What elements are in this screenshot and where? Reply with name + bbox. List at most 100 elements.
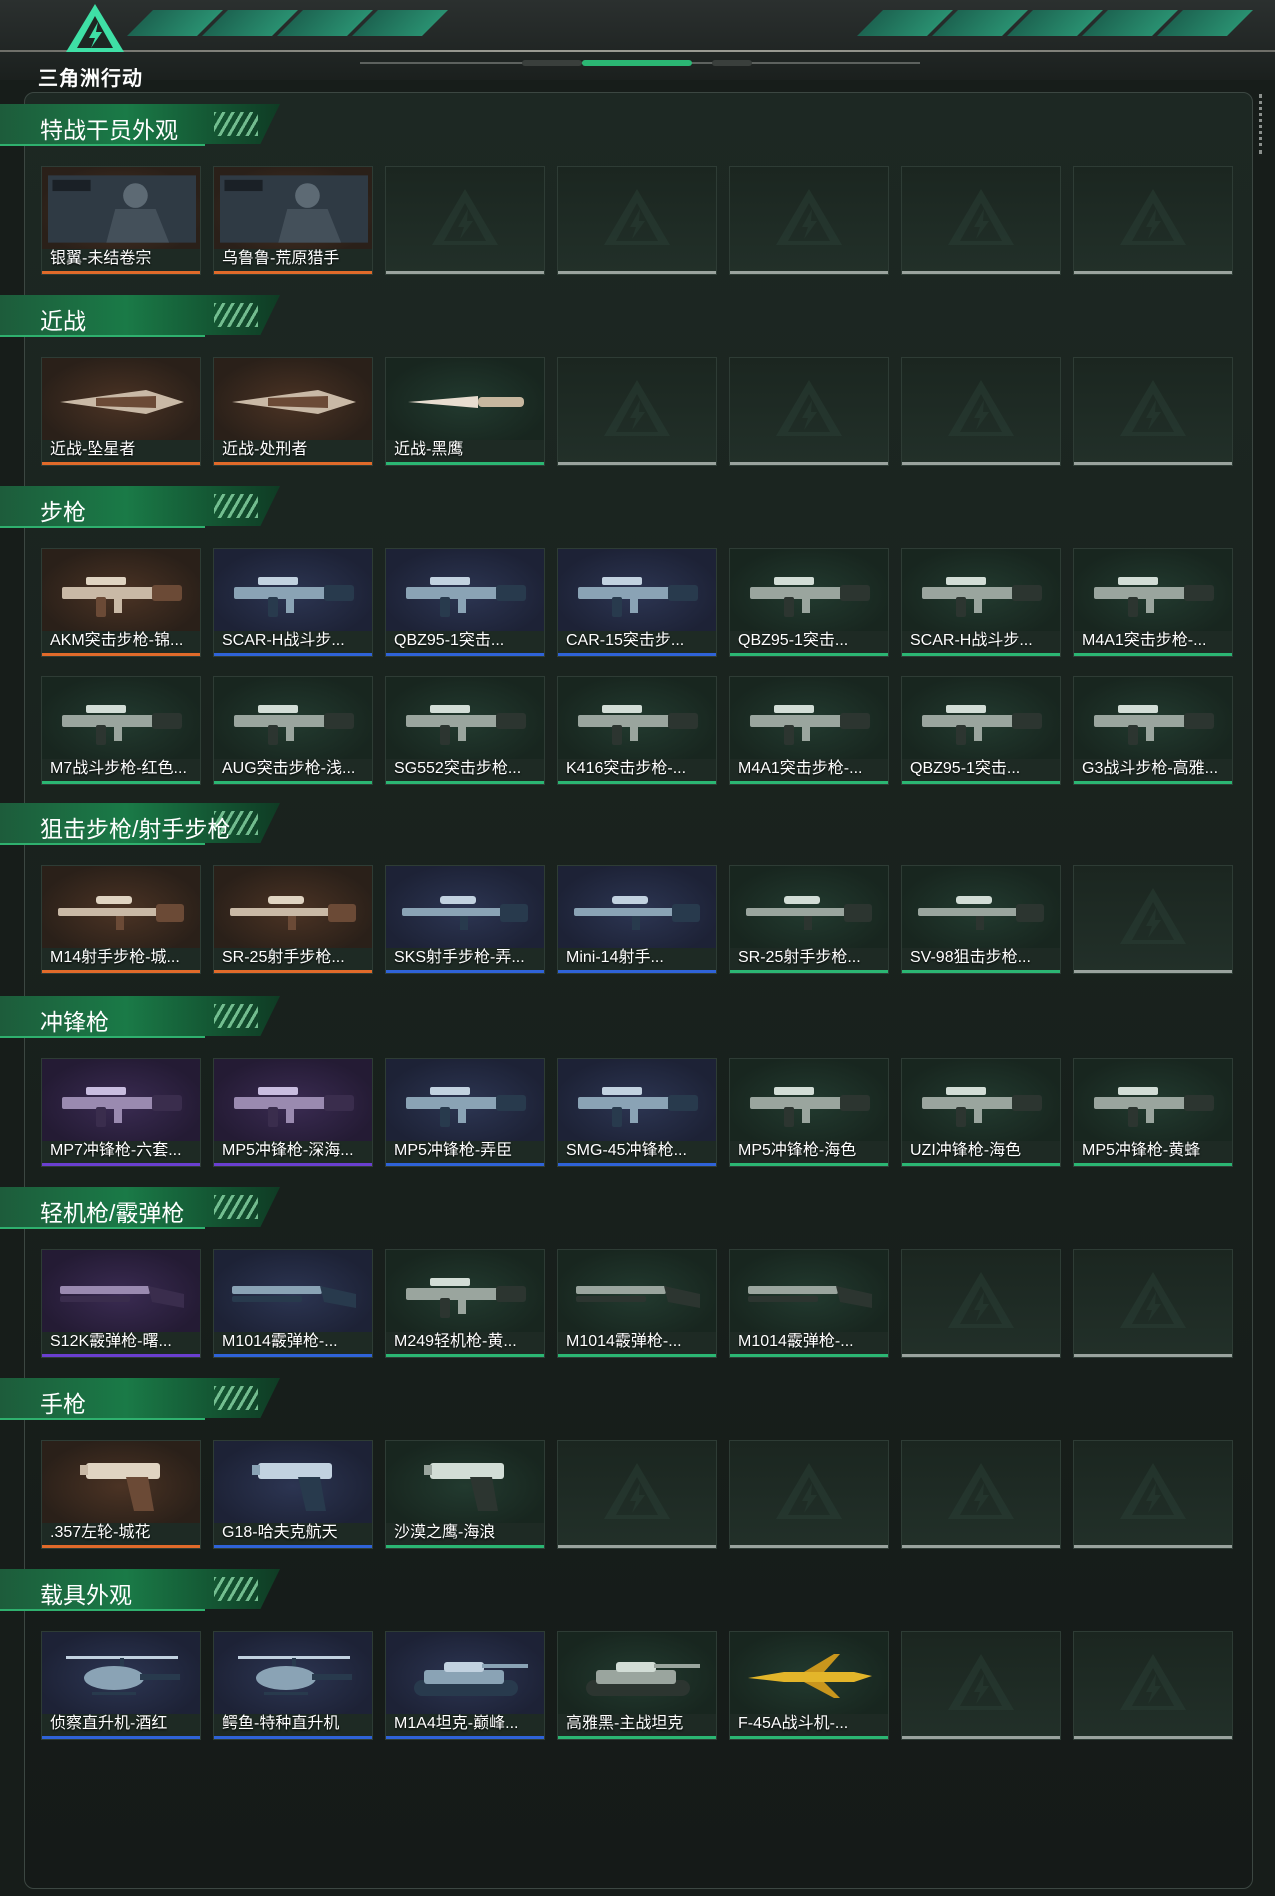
skin-card[interactable]: K416突击步枪-... [557,676,717,785]
skin-name: 银翼-未结卷宗 [50,250,152,267]
sniper-icon [558,866,716,948]
skin-name: SG552突击步枪... [394,760,522,777]
skin-card[interactable]: M14射手步枪-城... [41,865,201,974]
skin-card[interactable]: 高雅黑-主战坦克 [557,1631,717,1740]
skin-card[interactable]: AKM突击步枪-锦... [41,548,201,657]
sniper-icon [42,866,200,948]
rarity-bar [386,653,544,656]
rifle-icon [558,549,716,631]
rarity-bar [730,1354,888,1357]
jet-icon [730,1632,888,1714]
knife-icon [386,358,544,440]
skin-name: 近战-坠星者 [50,441,136,458]
smg-icon [902,1059,1060,1141]
skin-card[interactable]: SCAR-H战斗步... [901,548,1061,657]
skin-card[interactable]: QBZ95-1突击... [385,548,545,657]
skin-card[interactable]: G3战斗步枪-高雅... [1073,676,1233,785]
skin-card[interactable]: SMG-45冲锋枪... [557,1058,717,1167]
skin-card[interactable]: SKS射手步枪-弄... [385,865,545,974]
skin-card[interactable]: SCAR-H战斗步... [213,548,373,657]
section-title: 近战 [40,308,86,334]
helicopter-icon [42,1632,200,1714]
skin-card[interactable]: AUG突击步枪-浅... [213,676,373,785]
skin-name: 近战-黑鹰 [394,441,464,458]
skin-card[interactable]: CAR-15突击步... [557,548,717,657]
skin-name: SR-25射手步枪... [222,949,345,966]
rarity-bar [730,462,888,465]
skin-card[interactable]: Mini-14射手... [557,865,717,974]
skin-name: M1014霰弹枪-... [222,1333,338,1350]
skin-card[interactable]: M7战斗步枪-红色... [41,676,201,785]
empty-slot [557,357,717,466]
skin-card[interactable]: 沙漠之鹰-海浪 [385,1440,545,1549]
rarity-bar [902,1545,1060,1548]
skin-card[interactable]: MP5冲锋枪-弄臣 [385,1058,545,1167]
skin-card[interactable]: .357左轮-城花 [41,1440,201,1549]
skin-card[interactable]: 近战-坠星者 [41,357,201,466]
shotgun-icon [214,1250,372,1332]
skin-card[interactable]: M1A4坦克-巅峰... [385,1631,545,1740]
rarity-bar [42,1354,200,1357]
rifle-icon [42,549,200,631]
skin-card[interactable]: QBZ95-1突击... [901,676,1061,785]
skin-card[interactable]: G18-哈夫克航天 [213,1440,373,1549]
skin-card[interactable]: M1014霰弹枪-... [213,1249,373,1358]
skin-card[interactable]: 乌鲁鲁-荒原猎手 [213,166,373,275]
skin-card[interactable]: 近战-黑鹰 [385,357,545,466]
skin-card[interactable]: M1014霰弹枪-... [729,1249,889,1358]
section-header-underline [0,1418,205,1420]
smg-icon [214,1059,372,1141]
skin-card[interactable]: SG552突击步枪... [385,676,545,785]
skin-card[interactable]: M4A1突击步枪-... [729,676,889,785]
skin-card[interactable]: MP7冲锋枪-六套... [41,1058,201,1167]
rifle-icon [386,677,544,759]
skin-name: SV-98狙击步枪... [910,949,1031,966]
rarity-bar [902,970,1060,973]
rarity-bar [214,1736,372,1739]
pistol-icon [42,1441,200,1523]
helicopter-icon [214,1632,372,1714]
smg-icon [386,1059,544,1141]
skin-card[interactable]: 银翼-未结卷宗 [41,166,201,275]
skin-card[interactable]: M249轻机枪-黄... [385,1249,545,1358]
rifle-icon [902,677,1060,759]
skin-card[interactable]: 鳄鱼-特种直升机 [213,1631,373,1740]
sniper-icon [902,866,1060,948]
smg-icon [42,1059,200,1141]
sniper-icon [730,866,888,948]
skin-name: 近战-处刑者 [222,441,308,458]
skin-card[interactable]: S12K霰弹枪-曙... [41,1249,201,1358]
skin-card[interactable]: UZI冲锋枪-海色 [901,1058,1061,1167]
skin-name: MP5冲锋枪-深海... [222,1142,354,1159]
skin-card[interactable]: MP5冲锋枪-深海... [213,1058,373,1167]
skin-card[interactable]: SR-25射手步枪... [213,865,373,974]
rarity-bar [730,970,888,973]
skin-card[interactable]: MP5冲锋枪-黄蜂 [1073,1058,1233,1167]
skin-card[interactable]: MP5冲锋枪-海色 [729,1058,889,1167]
skin-card[interactable]: QBZ95-1突击... [729,548,889,657]
scrollbar[interactable] [1259,94,1265,154]
skin-card[interactable]: 侦察直升机-酒红 [41,1631,201,1740]
section-header: 轻机枪/霰弹枪 [0,1187,280,1229]
rifle-icon [1074,549,1232,631]
skin-name: M4A1突击步枪-... [1082,632,1207,649]
tank-icon [558,1632,716,1714]
rarity-bar [902,1354,1060,1357]
skin-card[interactable]: SV-98狙击步枪... [901,865,1061,974]
skin-card[interactable]: 近战-处刑者 [213,357,373,466]
banner-pill [712,60,752,66]
skin-card[interactable]: M4A1突击步枪-... [1073,548,1233,657]
skin-card[interactable]: F-45A战斗机-... [729,1631,889,1740]
skin-name: CAR-15突击步... [566,632,685,649]
skin-name: 高雅黑-主战坦克 [566,1715,684,1732]
skin-card[interactable]: SR-25射手步枪... [729,865,889,974]
delta-logo-icon [66,4,124,52]
skin-name: 侦察直升机-酒红 [50,1715,168,1732]
skin-card[interactable]: M1014霰弹枪-... [557,1249,717,1358]
rarity-bar [1074,970,1232,973]
smg-icon [730,1059,888,1141]
section-header-hatch [214,1577,258,1601]
banner-rule [0,50,1275,52]
empty-slot [557,166,717,275]
logo-text: 三角洲行动 [38,68,143,90]
